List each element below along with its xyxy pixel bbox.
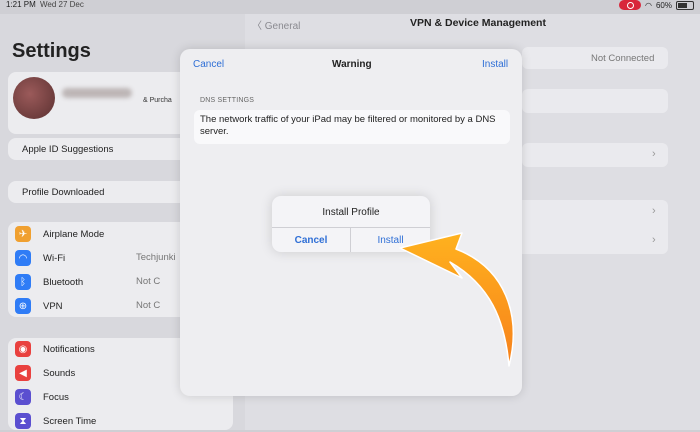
- annotation-arrow-icon: [399, 232, 514, 367]
